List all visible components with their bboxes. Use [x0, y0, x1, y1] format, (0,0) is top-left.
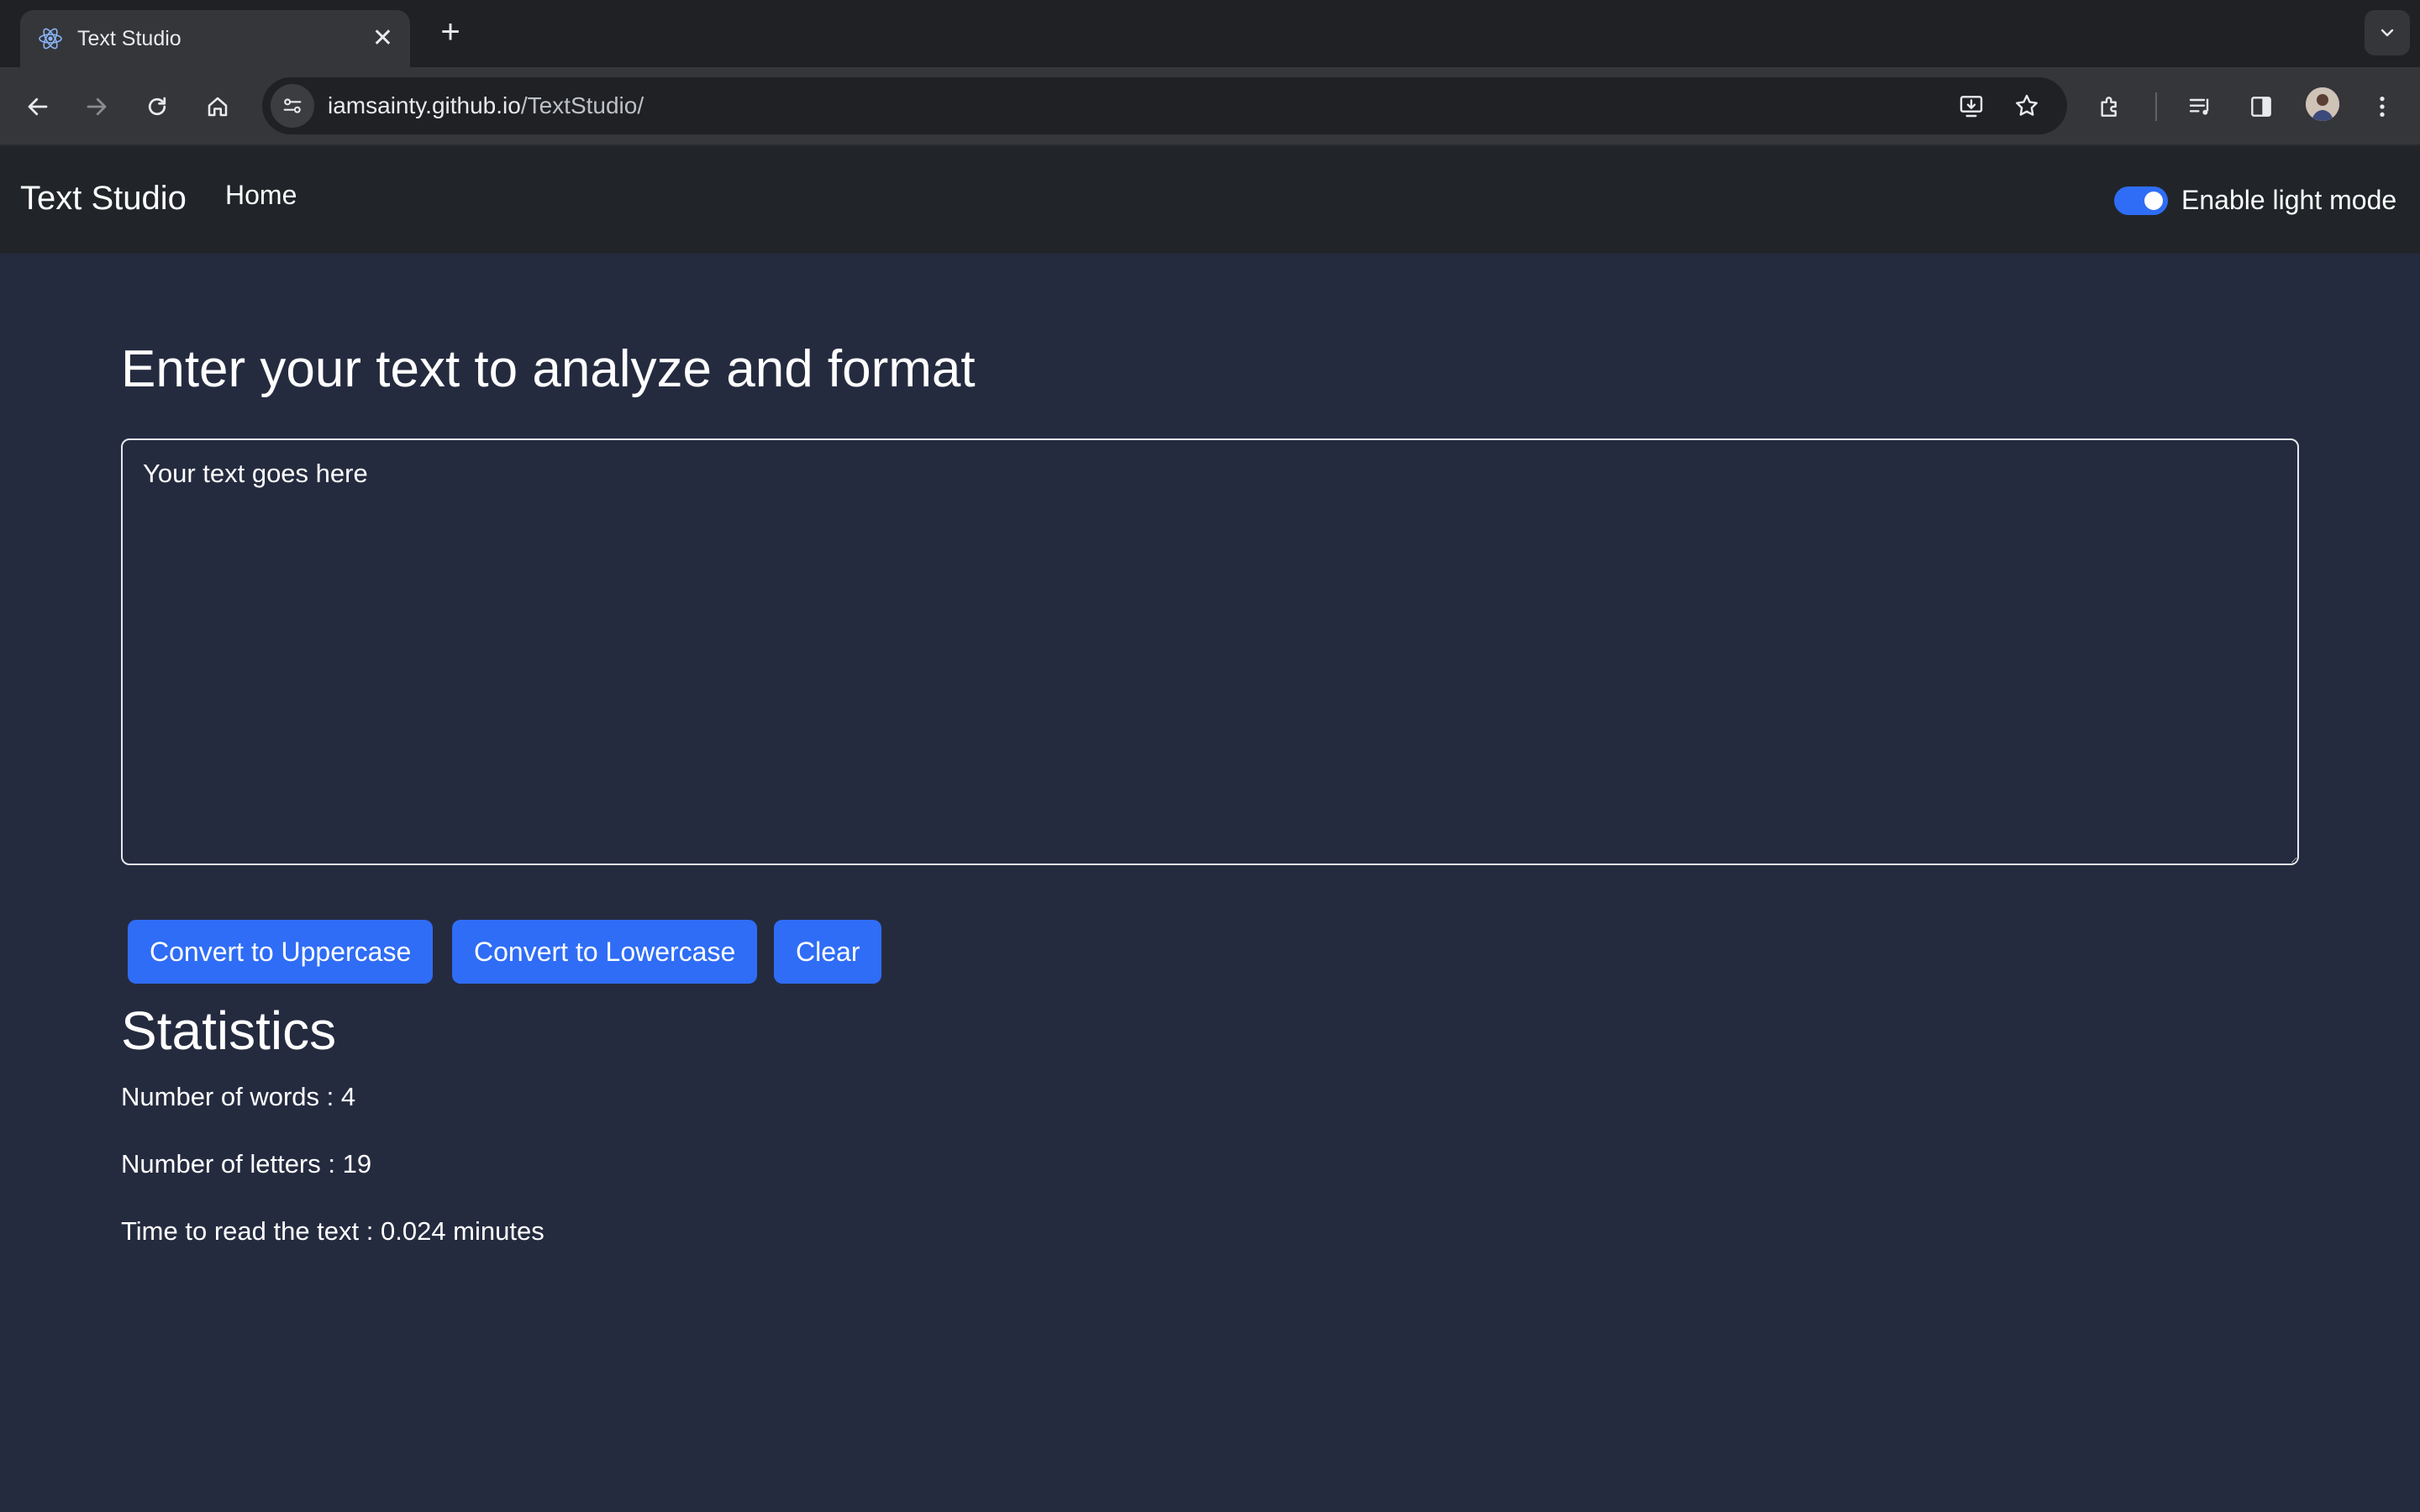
nav-link-home[interactable]: Home [225, 180, 297, 211]
home-icon [208, 97, 228, 117]
browser-toolbar: iamsainty.github.io/TextStudio/ [0, 67, 2420, 146]
media-controls-button[interactable] [2178, 84, 2223, 129]
light-mode-toggle-label[interactable]: Enable light mode [2181, 185, 2396, 216]
statistics-heading: Statistics [121, 1000, 337, 1061]
back-button[interactable] [15, 84, 60, 129]
reload-button[interactable] [134, 84, 180, 129]
app-navbar: Text Studio Home Enable light mode [0, 146, 2420, 254]
puzzle-icon [2101, 97, 2117, 117]
convert-lowercase-button[interactable]: Convert to Lowercase [452, 920, 758, 984]
extensions-button[interactable] [2087, 84, 2133, 129]
page-heading: Enter your text to analyze and format [121, 340, 976, 398]
user-avatar-icon [2306, 87, 2339, 121]
browser-tab[interactable]: Text Studio ✕ [20, 10, 410, 67]
tab-close-icon[interactable]: ✕ [372, 26, 393, 51]
react-logo-icon [39, 28, 62, 50]
word-count: Number of words : 4 [121, 1082, 356, 1111]
arrow-left-icon [28, 97, 48, 116]
reload-icon [148, 97, 166, 116]
address-bar[interactable]: iamsainty.github.io/TextStudio/ [262, 77, 2067, 134]
bookmark-button[interactable] [2005, 84, 2049, 128]
app-brand[interactable]: Text Studio [20, 180, 187, 218]
browser-menu-button[interactable] [2360, 84, 2405, 129]
tune-icon [283, 98, 302, 113]
clear-button[interactable]: Clear [774, 920, 882, 984]
tab-title: Text Studio [77, 26, 182, 50]
install-app-button[interactable] [1949, 84, 1993, 128]
side-panel-icon [2251, 97, 2271, 117]
browser-tab-strip: Text Studio ✕ + [0, 0, 2420, 67]
playlist-icon [2189, 98, 2209, 115]
profile-avatar[interactable] [2306, 87, 2339, 121]
forward-button[interactable] [74, 84, 119, 129]
url-path: /TextStudio/ [520, 92, 644, 118]
star-icon [2016, 94, 2038, 116]
url-host: iamsainty.github.io [328, 92, 521, 118]
install-app-icon [1960, 96, 1983, 118]
toolbar-divider [2155, 92, 2157, 121]
letter-count: Number of letters : 19 [121, 1149, 372, 1179]
arrow-right-icon [87, 97, 107, 116]
site-info-button[interactable] [271, 84, 314, 128]
home-button[interactable] [195, 84, 240, 129]
side-panel-button[interactable] [2238, 84, 2284, 129]
read-time: Time to read the text : 0.024 minutes [121, 1216, 544, 1246]
url-text[interactable]: iamsainty.github.io/TextStudio/ [328, 92, 2067, 119]
new-tab-button[interactable]: + [430, 13, 471, 54]
text-input-area[interactable] [121, 438, 2299, 865]
light-mode-toggle[interactable] [2114, 186, 2168, 215]
tab-search-button[interactable] [2365, 10, 2410, 55]
more-vertical-icon [2380, 97, 2385, 117]
convert-uppercase-button[interactable]: Convert to Uppercase [128, 920, 434, 984]
chevron-down-icon [2381, 29, 2394, 37]
toggle-knob [2144, 192, 2163, 210]
